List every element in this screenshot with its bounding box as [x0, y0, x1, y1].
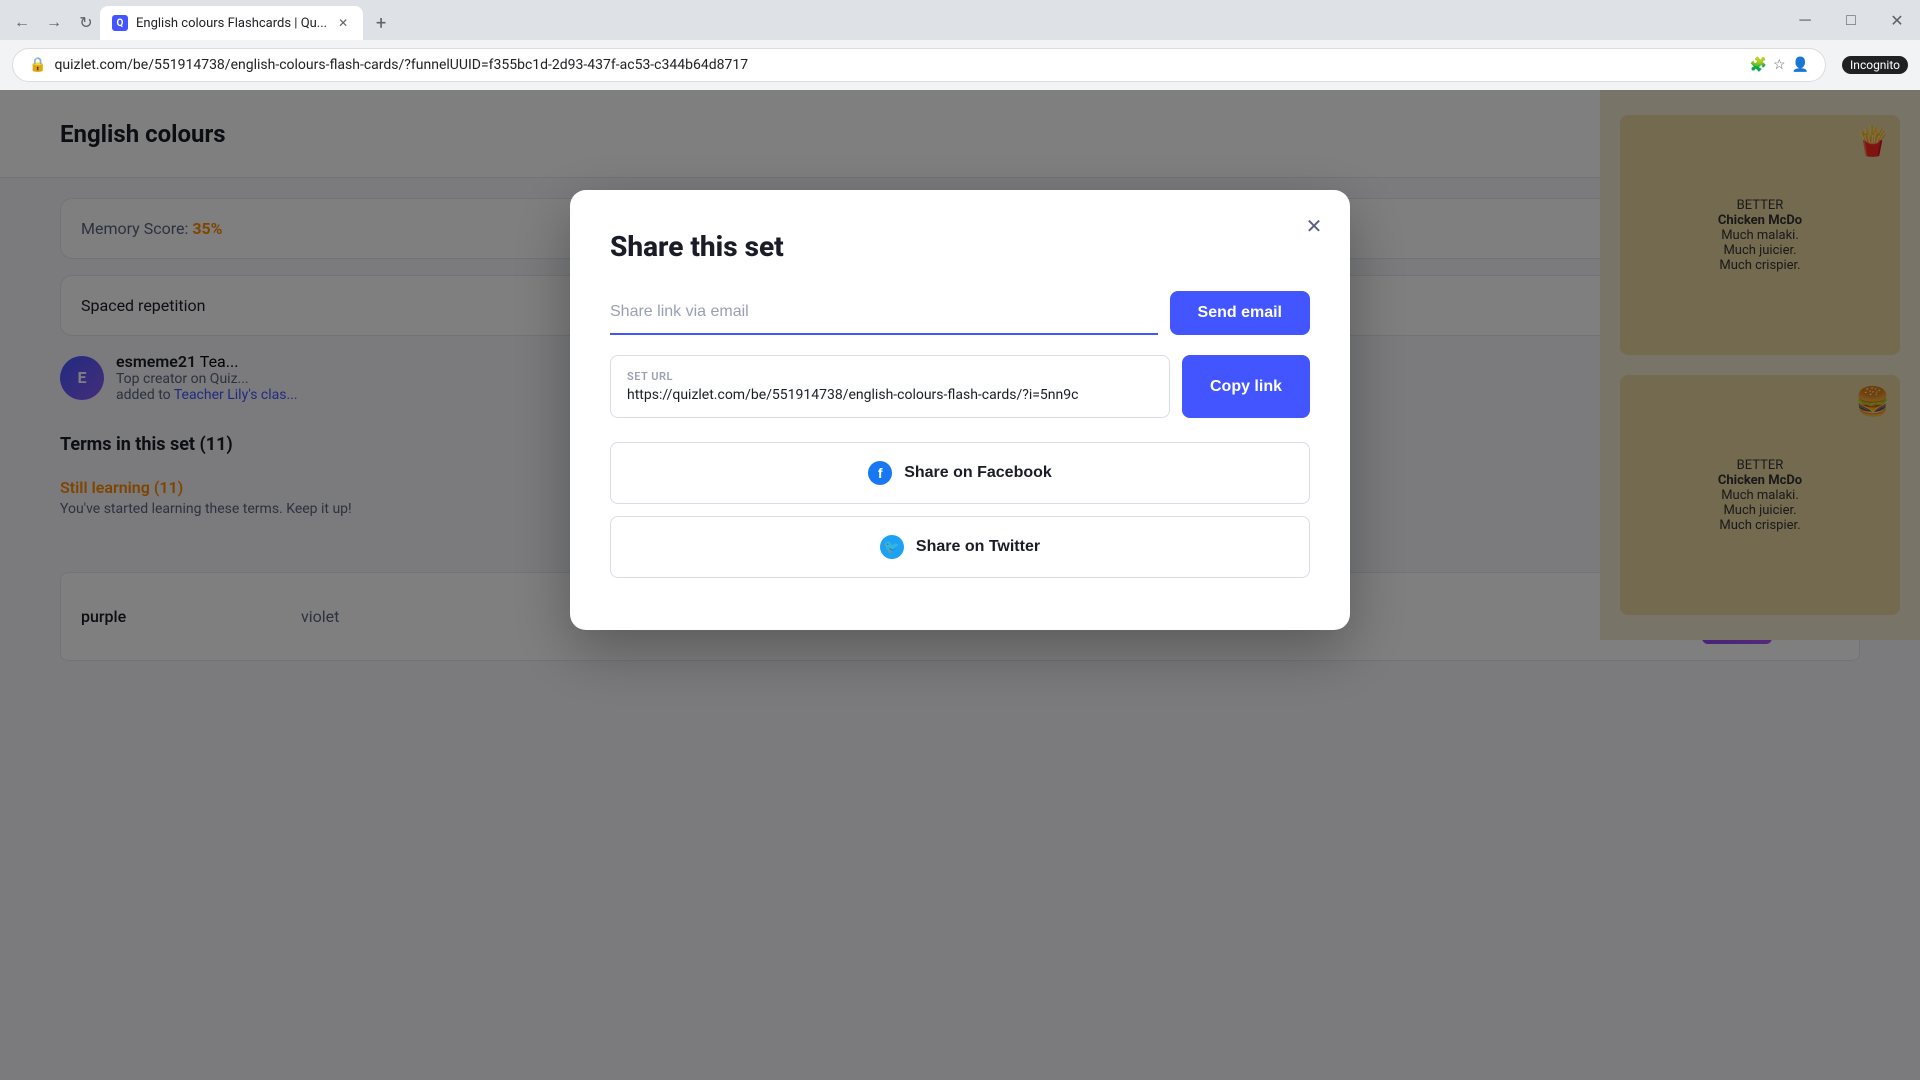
- twitter-icon: 🐦: [880, 535, 904, 559]
- close-icon: ✕: [1890, 11, 1903, 30]
- copy-link-label: Copy link: [1210, 378, 1282, 395]
- copy-link-button[interactable]: Copy link: [1182, 355, 1310, 418]
- refresh-button[interactable]: ↻: [72, 9, 100, 37]
- modal-close-button[interactable]: ✕: [1298, 210, 1330, 242]
- omnibar-row: 🔒 quizlet.com/be/551914738/english-colou…: [0, 40, 1920, 90]
- modal-overlay: ✕ Share this set Send email Set url http…: [0, 90, 1920, 1080]
- email-row: Send email: [610, 291, 1310, 335]
- close-window-button[interactable]: ✕: [1874, 0, 1920, 40]
- tab-close-button[interactable]: ✕: [335, 15, 351, 31]
- nav-buttons: ← → ↻: [8, 9, 100, 37]
- url-value: https://quizlet.com/be/551914738/english…: [627, 387, 1153, 403]
- bookmark-icon: ☆: [1773, 57, 1786, 73]
- url-box: Set url https://quizlet.com/be/551914738…: [610, 355, 1170, 418]
- share-modal: ✕ Share this set Send email Set url http…: [570, 190, 1350, 630]
- facebook-label: Share on Facebook: [904, 464, 1052, 482]
- url-row: Set url https://quizlet.com/be/551914738…: [610, 355, 1310, 418]
- minimize-button[interactable]: ─: [1782, 0, 1828, 40]
- maximize-icon: □: [1846, 10, 1856, 30]
- lock-icon: 🔒: [29, 57, 46, 73]
- tab-title: English colours Flashcards | Qu...: [136, 16, 327, 31]
- send-email-label: Send email: [1198, 304, 1282, 321]
- close-icon: ✕: [1306, 214, 1323, 239]
- browser-chrome: ← → ↻ Q English colours Flashcards | Qu.…: [0, 0, 1920, 90]
- profile-area: Incognito: [1842, 56, 1908, 74]
- share-facebook-button[interactable]: f Share on Facebook: [610, 442, 1310, 504]
- share-twitter-button[interactable]: 🐦 Share on Twitter: [610, 516, 1310, 578]
- omnibar-icons: 🧩 ☆ 👤: [1750, 57, 1809, 73]
- tab-bar: ← → ↻ Q English colours Flashcards | Qu.…: [0, 0, 1920, 40]
- forward-button[interactable]: →: [40, 9, 68, 37]
- email-input[interactable]: [610, 291, 1158, 335]
- facebook-icon: f: [868, 461, 892, 485]
- url-label: Set url: [627, 370, 1153, 383]
- tab-favicon: Q: [112, 15, 128, 31]
- extensions-icon: 🧩: [1750, 57, 1767, 73]
- twitter-label: Share on Twitter: [916, 538, 1040, 556]
- url-text: quizlet.com/be/551914738/english-colours…: [54, 57, 1741, 73]
- back-button[interactable]: ←: [8, 9, 36, 37]
- incognito-badge: Incognito: [1842, 56, 1908, 74]
- modal-title: Share this set: [610, 230, 1310, 263]
- new-tab-icon: +: [376, 13, 386, 34]
- new-tab-button[interactable]: +: [367, 9, 395, 37]
- send-email-button[interactable]: Send email: [1170, 291, 1310, 335]
- refresh-icon: ↻: [79, 13, 92, 33]
- minimize-icon: ─: [1799, 10, 1810, 30]
- profile-icon: 👤: [1792, 57, 1809, 73]
- maximize-button[interactable]: □: [1828, 0, 1874, 40]
- active-tab[interactable]: Q English colours Flashcards | Qu... ✕: [100, 6, 363, 40]
- window-controls: ─ □ ✕: [1782, 0, 1920, 40]
- forward-icon: →: [46, 14, 62, 32]
- back-icon: ←: [14, 14, 30, 32]
- address-bar[interactable]: 🔒 quizlet.com/be/551914738/english-colou…: [12, 48, 1826, 82]
